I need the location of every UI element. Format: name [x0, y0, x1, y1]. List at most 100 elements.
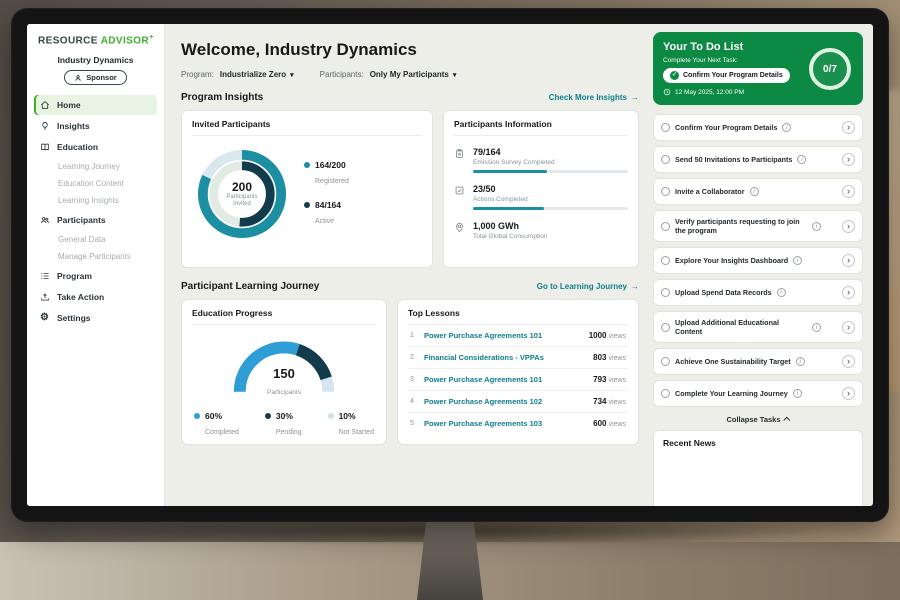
sidebar-item-take-action[interactable]: Take Action [34, 287, 157, 307]
participants-filter-label: Participants: [320, 70, 364, 79]
info-icon[interactable]: i [793, 389, 802, 398]
todo-task-row[interactable]: Verify participants requesting to join t… [653, 210, 863, 242]
card-title: Top Lessons [408, 308, 628, 325]
chevron-right-icon[interactable]: › [842, 220, 855, 233]
task-checkbox[interactable] [661, 123, 670, 132]
monitor-stand [417, 520, 483, 600]
task-checkbox[interactable] [661, 323, 670, 332]
sidebar-item-education[interactable]: Education [34, 137, 157, 157]
page-title: Welcome, Industry Dynamics [181, 40, 639, 60]
lesson-link[interactable]: Power Purchase Agreements 103 [424, 419, 587, 428]
actions-icon [454, 185, 465, 196]
take-action-icon [40, 292, 50, 302]
task-checkbox[interactable] [661, 222, 670, 231]
collapse-tasks-button[interactable]: Collapse Tasks [653, 412, 863, 430]
learning-journey-title: Participant Learning Journey [181, 281, 319, 292]
lesson-link[interactable]: Power Purchase Agreements 101 [424, 375, 587, 384]
sidebar-item-insights[interactable]: Insights [34, 116, 157, 136]
task-checkbox[interactable] [661, 389, 670, 398]
sidebar-item-program[interactable]: Program [34, 266, 157, 286]
sponsor-badge: Sponsor [64, 70, 126, 85]
chevron-right-icon[interactable]: › [842, 286, 855, 299]
account-name: Industry Dynamics [34, 55, 157, 65]
lesson-views: 734 [593, 397, 606, 406]
legend-dot [194, 413, 200, 419]
logo-primary: RESOURCE [38, 35, 98, 46]
info-icon[interactable]: i [777, 288, 786, 297]
task-checkbox[interactable] [661, 288, 670, 297]
task-label: Verify participants requesting to join t… [675, 217, 807, 235]
check-more-insights-link[interactable]: Check More Insights → [549, 93, 639, 102]
lesson-rank: 2 [410, 354, 418, 361]
info-icon[interactable]: i [750, 187, 759, 196]
info-icon[interactable]: i [796, 357, 805, 366]
stat-value: 1,000 GWh [473, 221, 628, 231]
task-label: Explore Your Insights Dashboard [675, 256, 788, 265]
legend-value: 30% [276, 411, 302, 421]
legend-value: 164/200 [315, 160, 349, 170]
chevron-right-icon[interactable]: › [842, 387, 855, 400]
sidebar-item-label: Insights [57, 121, 90, 131]
lesson-row: 4 Power Purchase Agreements 102 734views [408, 391, 628, 413]
info-icon[interactable]: i [782, 123, 791, 132]
lesson-link[interactable]: Power Purchase Agreements 102 [424, 397, 587, 406]
chevron-right-icon[interactable]: › [842, 153, 855, 166]
task-checkbox[interactable] [661, 256, 670, 265]
lesson-link[interactable]: Financial Considerations - VPPAs [424, 353, 587, 362]
program-filter-select[interactable]: Industrialize Zero ▾ [220, 70, 294, 79]
next-task-pill[interactable]: ✓ Confirm Your Program Details [663, 68, 790, 83]
sidebar-item-learning-insights[interactable]: Learning Insights [34, 192, 157, 209]
go-to-learning-journey-link[interactable]: Go to Learning Journey → [537, 282, 639, 291]
todo-task-row[interactable]: Invite a Collaborator i › [653, 178, 863, 205]
info-icon[interactable]: i [812, 222, 821, 231]
sidebar-item-participants[interactable]: Participants [34, 210, 157, 230]
location-icon [454, 222, 465, 233]
sidebar-item-label: Take Action [57, 292, 104, 302]
todo-task-row[interactable]: Explore Your Insights Dashboard i › [653, 247, 863, 274]
chevron-right-icon[interactable]: › [842, 185, 855, 198]
dashboard-screen: RESOURCE ADVISOR+ Industry Dynamics Spon… [27, 24, 873, 506]
todo-task-row[interactable]: Achieve One Sustainability Target i › [653, 348, 863, 375]
sidebar-item-education-content[interactable]: Education Content [34, 175, 157, 192]
lesson-link[interactable]: Power Purchase Agreements 101 [424, 331, 583, 340]
chevron-down-icon: ▾ [290, 71, 294, 79]
stat-value: 23/50 [473, 184, 628, 194]
main-content: Welcome, Industry Dynamics Program: Indu… [165, 24, 651, 506]
sidebar-item-label: Program [57, 271, 92, 281]
todo-task-row[interactable]: Complete Your Learning Journey i › [653, 380, 863, 407]
todo-task-row[interactable]: Upload Additional Educational Content i … [653, 311, 863, 343]
task-label: Invite a Collaborator [675, 187, 745, 196]
task-label: Complete Your Learning Journey [675, 389, 788, 398]
info-icon[interactable]: i [793, 256, 802, 265]
chevron-right-icon[interactable]: › [842, 355, 855, 368]
todo-task-row[interactable]: Confirm Your Program Details i › [653, 114, 863, 141]
gauge-center-value: 150 [230, 366, 338, 381]
participants-filter-select[interactable]: Only My Participants ▾ [370, 70, 457, 79]
info-icon[interactable]: i [812, 323, 821, 332]
task-checkbox[interactable] [661, 357, 670, 366]
legend-value: 84/164 [315, 200, 341, 210]
sidebar-item-label: Settings [57, 313, 91, 323]
views-word: views [608, 421, 626, 428]
program-filter-label: Program: [181, 70, 214, 79]
monitor-bezel: RESOURCE ADVISOR+ Industry Dynamics Spon… [11, 8, 889, 522]
logo-plus: + [149, 34, 154, 41]
task-checkbox[interactable] [661, 187, 670, 196]
info-icon[interactable]: i [797, 155, 806, 164]
home-icon [40, 100, 50, 110]
task-checkbox[interactable] [661, 155, 670, 164]
sidebar-item-general-data[interactable]: General Data [34, 231, 157, 248]
legend-item-registered: 164/200 Registered [304, 160, 349, 188]
chevron-right-icon[interactable]: › [842, 121, 855, 134]
todo-progress-ring: 0/7 [809, 48, 851, 90]
todo-task-row[interactable]: Upload Spend Data Records i › [653, 279, 863, 306]
sidebar-item-learning-journey[interactable]: Learning Journey [34, 158, 157, 175]
sidebar-item-manage-participants[interactable]: Manage Participants [34, 248, 157, 265]
sidebar-item-home[interactable]: Home [34, 95, 157, 115]
participants-information-card: Participants Information 79/164 Emission… [443, 110, 639, 268]
chevron-right-icon[interactable]: › [842, 321, 855, 334]
todo-task-row[interactable]: Send 50 Invitations to Participants i › [653, 146, 863, 173]
chevron-right-icon[interactable]: › [842, 254, 855, 267]
sidebar-item-settings[interactable]: ⚙ Settings [34, 308, 157, 328]
legend-item-not-started: 10% Not Started [328, 411, 374, 439]
